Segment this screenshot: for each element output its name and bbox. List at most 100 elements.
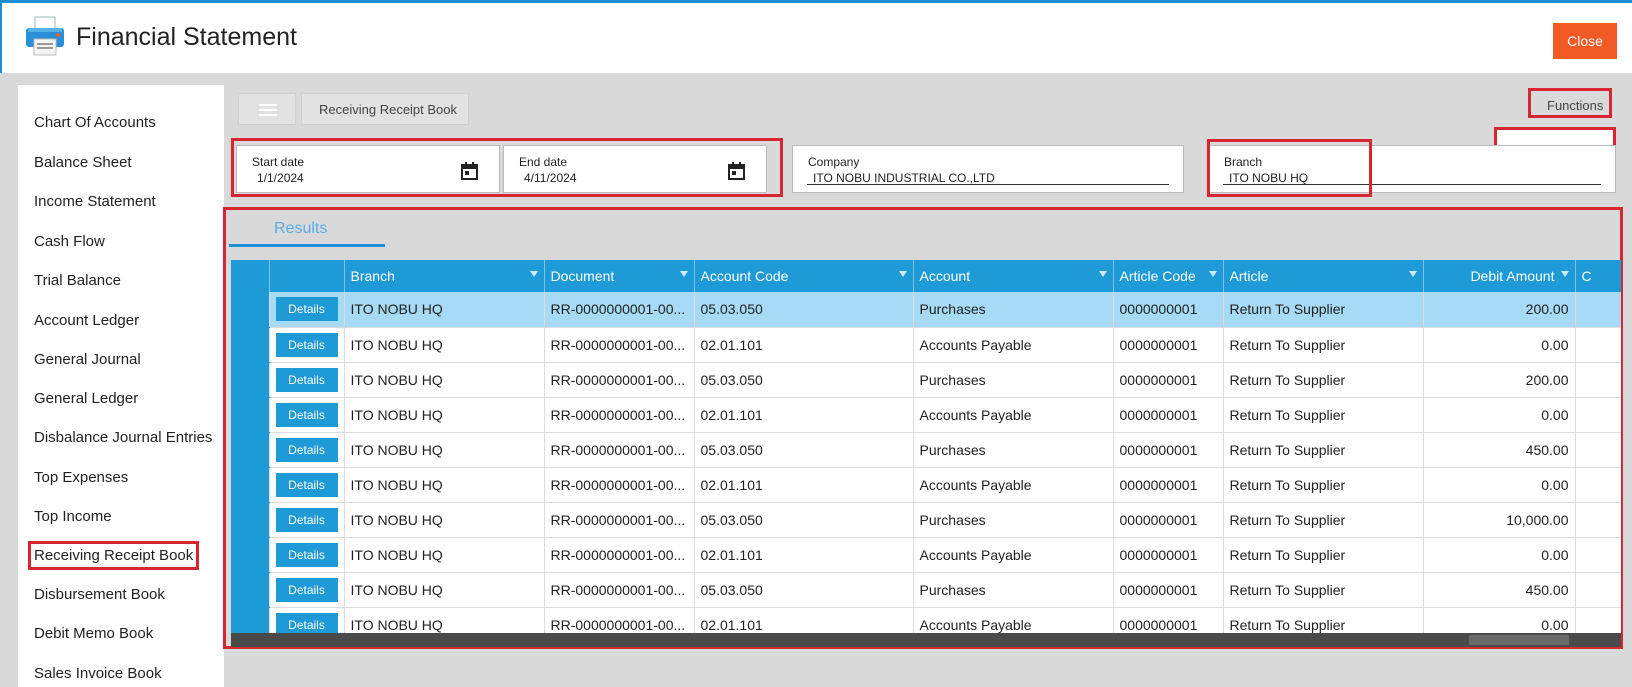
- table-row[interactable]: Details ITO NOBU HQ RR-0000000001-00... …: [231, 432, 1621, 468]
- table-cell: Accounts Payable: [913, 467, 1114, 503]
- sidebar-item-trial-balance[interactable]: Trial Balance: [34, 272, 121, 289]
- row-selector[interactable]: [231, 572, 270, 608]
- details-button[interactable]: Details: [275, 367, 338, 392]
- sidebar-item-debit-memo-book[interactable]: Debit Memo Book: [34, 625, 153, 642]
- table-cell: [1575, 502, 1621, 538]
- table-cell: 05.03.050: [694, 502, 914, 538]
- row-selector[interactable]: [231, 362, 270, 398]
- table-row[interactable]: Details ITO NOBU HQ RR-0000000001-00... …: [231, 362, 1621, 398]
- table-cell: 0000000001: [1113, 432, 1224, 468]
- row-selector[interactable]: [231, 327, 270, 363]
- company-value[interactable]: ITO NOBU INDUSTRIAL CO.,LTD: [813, 171, 995, 185]
- close-button[interactable]: Close: [1553, 23, 1617, 59]
- table-row[interactable]: Details ITO NOBU HQ RR-0000000001-00... …: [231, 397, 1621, 433]
- sidebar-item-receiving-receipt-book[interactable]: Receiving Receipt Book: [27, 541, 200, 570]
- sidebar-item-chart-of-accounts[interactable]: Chart Of Accounts: [34, 114, 156, 131]
- sidebar-item-income-statement[interactable]: Income Statement: [34, 193, 156, 210]
- filter-icon[interactable]: [898, 271, 907, 277]
- column-header[interactable]: Account: [913, 260, 1114, 292]
- table-cell: [1575, 572, 1621, 608]
- table-row[interactable]: Details ITO NOBU HQ RR-0000000001-00... …: [231, 292, 1621, 328]
- table-cell: RR-0000000001-00...: [544, 502, 695, 538]
- date-range-highlight: [231, 138, 783, 197]
- filter-icon[interactable]: [1098, 271, 1107, 277]
- sidebar-item-top-expenses[interactable]: Top Expenses: [34, 469, 128, 486]
- sidebar-item-balance-sheet[interactable]: Balance Sheet: [34, 154, 132, 171]
- menu-toggle-button[interactable]: [238, 93, 296, 125]
- table-cell: 10,000.00: [1423, 502, 1576, 538]
- table-cell: ITO NOBU HQ: [344, 432, 545, 468]
- table-cell: 0000000001: [1113, 327, 1224, 363]
- details-button[interactable]: Details: [275, 332, 338, 357]
- sidebar-item-account-ledger[interactable]: Account Ledger: [34, 312, 139, 329]
- horizontal-scrollbar[interactable]: [231, 633, 1621, 647]
- row-selector[interactable]: [231, 397, 270, 433]
- row-selector[interactable]: [231, 537, 270, 573]
- table-row[interactable]: Details ITO NOBU HQ RR-0000000001-00... …: [231, 537, 1621, 573]
- table-cell: [1575, 537, 1621, 573]
- table-cell: Purchases: [913, 572, 1114, 608]
- row-selector[interactable]: [231, 432, 270, 468]
- table-cell: ITO NOBU HQ: [344, 397, 545, 433]
- table-cell: ITO NOBU HQ: [344, 467, 545, 503]
- app-header: Financial Statement Close: [0, 3, 1632, 73]
- table-row[interactable]: Details ITO NOBU HQ RR-0000000001-00... …: [231, 502, 1621, 538]
- table-cell: 450.00: [1423, 572, 1576, 608]
- filter-icon[interactable]: [529, 271, 538, 277]
- table-cell: RR-0000000001-00...: [544, 292, 695, 328]
- table-cell: ITO NOBU HQ: [344, 362, 545, 398]
- sidebar-item-general-journal[interactable]: General Journal: [34, 351, 141, 368]
- tab-results[interactable]: Results: [274, 220, 327, 238]
- table-cell: Accounts Payable: [913, 397, 1114, 433]
- row-selector[interactable]: [231, 467, 270, 503]
- table-cell: 0.00: [1423, 537, 1576, 573]
- selector-header: [231, 260, 270, 292]
- column-header[interactable]: Debit Amount: [1423, 260, 1576, 292]
- table-cell: 0000000001: [1113, 362, 1224, 398]
- sidebar-item-cash-flow[interactable]: Cash Flow: [34, 233, 105, 250]
- functions-button[interactable]: Functions: [1528, 88, 1612, 118]
- sidebar-item-top-income[interactable]: Top Income: [34, 508, 112, 525]
- row-selector[interactable]: [231, 292, 270, 328]
- table-cell: 02.01.101: [694, 327, 914, 363]
- table-cell: [1575, 362, 1621, 398]
- table-cell: Return To Supplier: [1223, 292, 1424, 328]
- column-header[interactable]: Branch: [344, 260, 545, 292]
- column-header[interactable]: Article: [1223, 260, 1424, 292]
- sidebar-item-general-ledger[interactable]: General Ledger: [34, 390, 138, 407]
- sidebar-item-disbalance-journal-entries[interactable]: Disbalance Journal Entries: [34, 429, 212, 446]
- app-title: Financial Statement: [76, 23, 297, 51]
- table-row[interactable]: Details ITO NOBU HQ RR-0000000001-00... …: [231, 467, 1621, 503]
- details-button[interactable]: Details: [275, 297, 338, 322]
- details-header: [269, 260, 345, 292]
- column-header[interactable]: Article Code: [1113, 260, 1224, 292]
- table-row[interactable]: Details ITO NOBU HQ RR-0000000001-00... …: [231, 572, 1621, 608]
- scrollbar-thumb[interactable]: [1469, 635, 1569, 645]
- column-header[interactable]: Document: [544, 260, 695, 292]
- main-area: Chart Of Accounts Balance Sheet Income S…: [0, 73, 1632, 687]
- branch-highlight: [1207, 139, 1372, 197]
- filter-icon[interactable]: [1208, 271, 1217, 277]
- table-header-row: Branch Document Account Code Account Art…: [231, 260, 1621, 292]
- row-selector[interactable]: [231, 502, 270, 538]
- table-cell: ITO NOBU HQ: [344, 292, 545, 328]
- column-header[interactable]: C: [1575, 260, 1621, 292]
- sidebar-item-disbursement-book[interactable]: Disbursement Book: [34, 586, 165, 603]
- details-button[interactable]: Details: [275, 402, 338, 427]
- details-button[interactable]: Details: [275, 507, 338, 532]
- table-cell: RR-0000000001-00...: [544, 432, 695, 468]
- details-button[interactable]: Details: [275, 437, 338, 462]
- sidebar-item-sales-invoice-book[interactable]: Sales Invoice Book: [34, 665, 162, 682]
- filter-icon[interactable]: [679, 271, 688, 277]
- details-button[interactable]: Details: [275, 577, 338, 602]
- filter-icon[interactable]: [1408, 271, 1417, 277]
- results-table: Branch Document Account Code Account Art…: [231, 260, 1621, 643]
- filter-icon[interactable]: [1560, 271, 1569, 277]
- breadcrumb: Receiving Receipt Book: [301, 93, 469, 125]
- company-field[interactable]: Company ITO NOBU INDUSTRIAL CO.,LTD: [792, 145, 1184, 193]
- details-button[interactable]: Details: [275, 542, 338, 567]
- details-button[interactable]: Details: [275, 472, 338, 497]
- table-cell: 0.00: [1423, 327, 1576, 363]
- column-header[interactable]: Account Code: [694, 260, 914, 292]
- table-row[interactable]: Details ITO NOBU HQ RR-0000000001-00... …: [231, 327, 1621, 363]
